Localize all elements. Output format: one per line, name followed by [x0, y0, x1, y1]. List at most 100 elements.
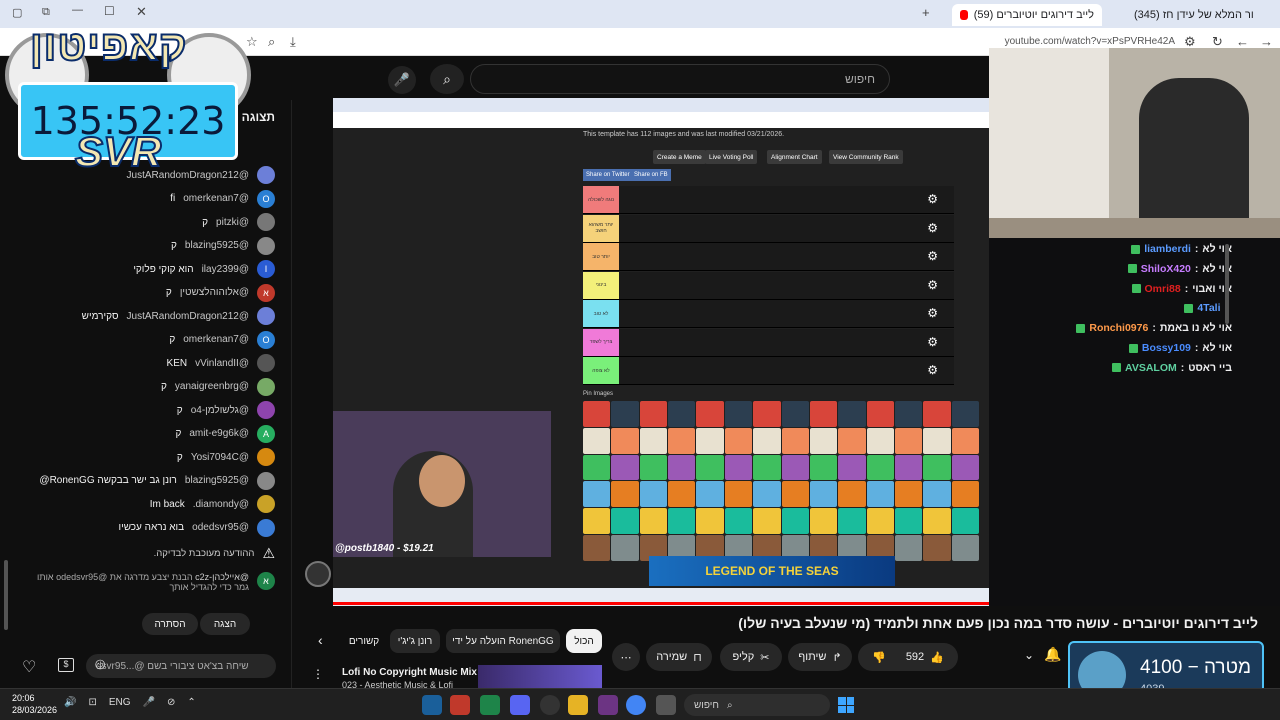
like-dislike-group[interactable]: 👎 592 👍 [858, 643, 958, 671]
avatar[interactable] [257, 213, 275, 231]
avatar[interactable] [257, 471, 275, 490]
twitch-username[interactable]: ShiloX420 [1141, 263, 1191, 275]
new-tab-icon[interactable]: + [922, 5, 930, 20]
avatar[interactable] [257, 166, 275, 184]
avatar[interactable] [257, 236, 275, 255]
chat-scrollbar[interactable] [4, 560, 8, 630]
kebab-menu-icon[interactable]: ⋮ [312, 667, 324, 681]
twitch-chat-scrollbar[interactable] [1225, 244, 1229, 324]
avatar[interactable] [257, 448, 275, 466]
app-purple-icon[interactable] [598, 695, 618, 715]
avatar[interactable]: A [257, 424, 275, 443]
language-indicator[interactable]: ENG [109, 697, 131, 708]
windows-start-icon[interactable] [838, 697, 854, 713]
chat-username[interactable]: @omerkenan7 [183, 334, 249, 345]
windows-search[interactable]: ⌕ חיפוש [684, 694, 830, 716]
avatar[interactable] [257, 354, 275, 372]
bell-icon[interactable]: 🔔 [1044, 646, 1061, 663]
avatar[interactable] [257, 307, 275, 325]
avatar[interactable]: א [257, 283, 275, 302]
ad-banner[interactable]: LEGEND OF THE SEAS [649, 556, 895, 586]
mute-icon[interactable]: ⊘ [167, 697, 175, 708]
clock-date: 28/03/2026 [12, 705, 58, 715]
chat-username[interactable]: @vVinlandII [195, 358, 249, 369]
show-button[interactable]: הצגה [200, 613, 250, 635]
chrome-icon[interactable] [626, 695, 646, 715]
avatar[interactable]: O [257, 330, 275, 349]
tab-live[interactable]: (59) לייב דירוגים יוטיוברים [952, 4, 1102, 26]
streamer-webcam [333, 411, 551, 557]
chat-username[interactable]: @diamondy. [193, 499, 249, 510]
video-progress-bar[interactable] [333, 602, 989, 605]
chat-username[interactable]: @אלוהוהלצשטין [180, 287, 249, 298]
super-chat-icon[interactable]: $ [58, 658, 74, 672]
tab-story[interactable]: (345) הסיפור המלא של עידן חז [1120, 4, 1254, 26]
avatar[interactable]: I [257, 260, 275, 278]
file-explorer-icon[interactable] [568, 695, 588, 715]
twitch-username[interactable]: liamberdi [1144, 243, 1191, 255]
chip-related[interactable]: קשורים [344, 629, 384, 653]
avatar[interactable] [257, 377, 275, 396]
hide-button[interactable]: הסתרה [142, 613, 198, 635]
system-clock[interactable]: 20:06 28/03/2026 [12, 692, 57, 716]
video-player[interactable]: This template has 112 images and was las… [333, 98, 989, 606]
chat-input[interactable]: שיחה בצ'אט ציבורי בשם @...dsvr95 [86, 654, 276, 678]
app-green-icon[interactable] [480, 695, 500, 715]
discord-icon[interactable] [510, 695, 530, 715]
avatar[interactable] [257, 518, 275, 537]
app-red-icon[interactable] [450, 695, 470, 715]
show-hidden-icon[interactable]: ⌃ [187, 697, 195, 708]
twitch-username[interactable]: Bossy109 [1142, 342, 1191, 354]
clip-button[interactable]: קליפ ✂ [720, 643, 782, 671]
channel-logo-icon [305, 561, 331, 587]
task-view-icon[interactable] [656, 695, 676, 715]
chip-uploaded-by[interactable]: הועלה על ידי RonenGG [446, 629, 560, 653]
chat-username[interactable]: @amit-e9g6k [189, 428, 249, 439]
chat-username[interactable]: @pitzki [216, 217, 249, 228]
zoom-icon[interactable]: ⌕ [268, 34, 275, 50]
chat-username[interactable]: @odedsvr95 [192, 522, 249, 533]
volume-icon[interactable]: 🔊 [64, 697, 76, 708]
search-input[interactable]: חיפוש [470, 64, 890, 94]
emoji-icon[interactable]: ☺ [92, 656, 108, 674]
avatar[interactable] [257, 495, 275, 513]
suggested-video[interactable]: ⋮ Lofi No Copyright Music Mix 023 - Aest… [312, 665, 602, 690]
media-player-icon[interactable] [540, 695, 560, 715]
search-icon[interactable]: ⌕ [430, 64, 464, 94]
chat-username[interactable]: @Yosi7094C [191, 452, 249, 463]
network-icon[interactable]: ⊡ [88, 697, 96, 708]
chevron-down-icon[interactable]: ⌄ [1024, 648, 1034, 662]
steam-icon[interactable] [422, 695, 442, 715]
live-voting-button: Live Voting Poll [705, 150, 758, 164]
avatar[interactable]: O [257, 189, 275, 208]
voice-search-icon[interactable]: 🎤 [388, 66, 416, 94]
chip-ronen-gg[interactable]: רונן ג'יג'י [390, 629, 440, 653]
chip-all[interactable]: הכול [566, 629, 602, 653]
chat-username[interactable]: @omerkenan7 [183, 193, 249, 204]
twitch-username[interactable]: 4Tali [1197, 302, 1220, 314]
more-actions-button[interactable]: ⋯ [612, 643, 640, 671]
url-text[interactable]: youtube.com/watch?v=xPsPVRHe42A [1005, 36, 1175, 47]
share-button[interactable]: שיתוף ↱ [788, 643, 852, 671]
chat-username[interactable]: @ilay2399 [202, 264, 249, 275]
dislike-icon[interactable]: 👎 [872, 651, 886, 664]
chat-username[interactable]: @גלשולמן-o4 [191, 405, 249, 416]
chevron-left-icon[interactable]: ‹ [318, 632, 323, 648]
mic-icon[interactable]: 🎤 [143, 697, 155, 708]
twitch-username[interactable]: Ronchi0976 [1089, 322, 1148, 334]
chat-username[interactable]: @yanaigreenbrg [175, 381, 249, 392]
save-button[interactable]: שמירה ⊓ [646, 643, 712, 671]
twitch-username[interactable]: Omri88 [1145, 283, 1181, 295]
install-icon[interactable]: ⤓ [290, 34, 296, 50]
pin-image-tile [611, 535, 639, 561]
chat-username[interactable]: @blazing5925 [185, 240, 249, 251]
chat-username[interactable]: @JustARandomDragon212 [127, 311, 249, 322]
avatar[interactable] [257, 401, 275, 419]
twitch-chat: אוי לא: liamberdi אוי לא: ShiloX420 אוי ואבו… [989, 238, 1280, 606]
heart-icon[interactable]: ♡ [22, 657, 36, 677]
like-icon[interactable]: 👍 [930, 651, 944, 664]
twitch-username[interactable]: AVSALOM [1125, 362, 1177, 374]
forward-icon[interactable]: → [1260, 34, 1273, 49]
chat-username[interactable]: @blazing5925 [185, 475, 249, 486]
back-icon[interactable]: ← [1236, 34, 1249, 49]
